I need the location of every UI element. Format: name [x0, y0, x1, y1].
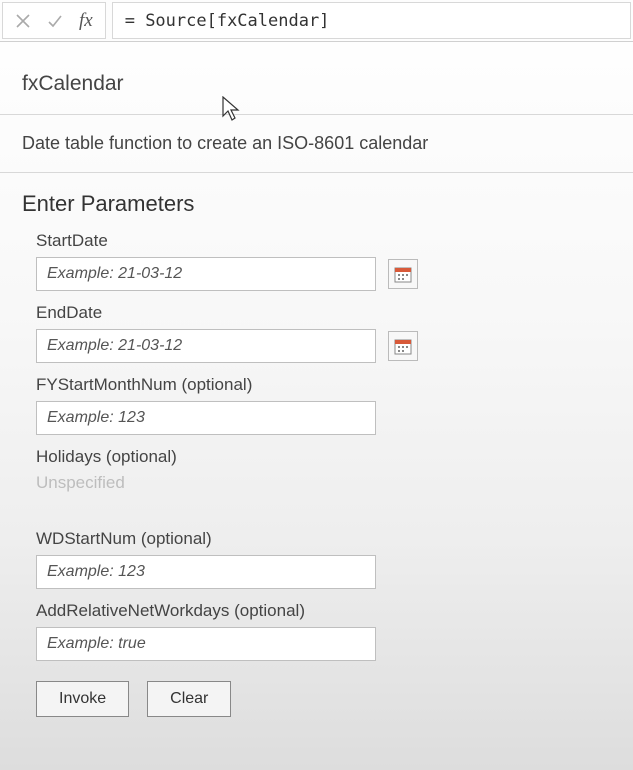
enter-parameters-title: Enter Parameters — [22, 173, 611, 231]
fx-label: fx — [71, 10, 101, 32]
content-area: fxCalendar Date table function to create… — [0, 42, 633, 717]
holidays-unspecified: Unspecified — [36, 473, 611, 493]
cancel-formula-icon[interactable] — [7, 3, 39, 39]
param-holidays: Holidays (optional) — [36, 447, 611, 467]
formula-controls: fx — [2, 2, 106, 39]
param-label-fystartmonthnum: FYStartMonthNum (optional) — [36, 375, 611, 395]
date-picker-icon[interactable] — [388, 331, 418, 361]
formula-bar: fx — [0, 0, 633, 42]
param-addrelativenetworkdays: AddRelativeNetWorkdays (optional) — [36, 601, 611, 661]
param-fystartmonthnum: FYStartMonthNum (optional) — [36, 375, 611, 435]
fystartmonthnum-input[interactable] — [36, 401, 376, 435]
invoke-button[interactable]: Invoke — [36, 681, 129, 717]
button-row: Invoke Clear — [36, 681, 611, 717]
param-label-startdate: StartDate — [36, 231, 611, 251]
param-enddate: EndDate — [36, 303, 611, 363]
wdstartnum-input[interactable] — [36, 555, 376, 589]
clear-button[interactable]: Clear — [147, 681, 231, 717]
date-picker-icon[interactable] — [388, 259, 418, 289]
addrelativenetworkdays-input[interactable] — [36, 627, 376, 661]
param-wdstartnum: WDStartNum (optional) — [36, 529, 611, 589]
param-label-addrelativenetworkdays: AddRelativeNetWorkdays (optional) — [36, 601, 611, 621]
accept-formula-icon[interactable] — [39, 3, 71, 39]
startdate-input[interactable] — [36, 257, 376, 291]
param-label-enddate: EndDate — [36, 303, 611, 323]
enddate-input[interactable] — [36, 329, 376, 363]
param-label-wdstartnum: WDStartNum (optional) — [36, 529, 611, 549]
formula-input[interactable] — [112, 2, 631, 39]
param-startdate: StartDate — [36, 231, 611, 291]
function-name: fxCalendar — [22, 60, 611, 114]
function-description: Date table function to create an ISO-860… — [22, 115, 611, 172]
param-label-holidays: Holidays (optional) — [36, 447, 611, 467]
